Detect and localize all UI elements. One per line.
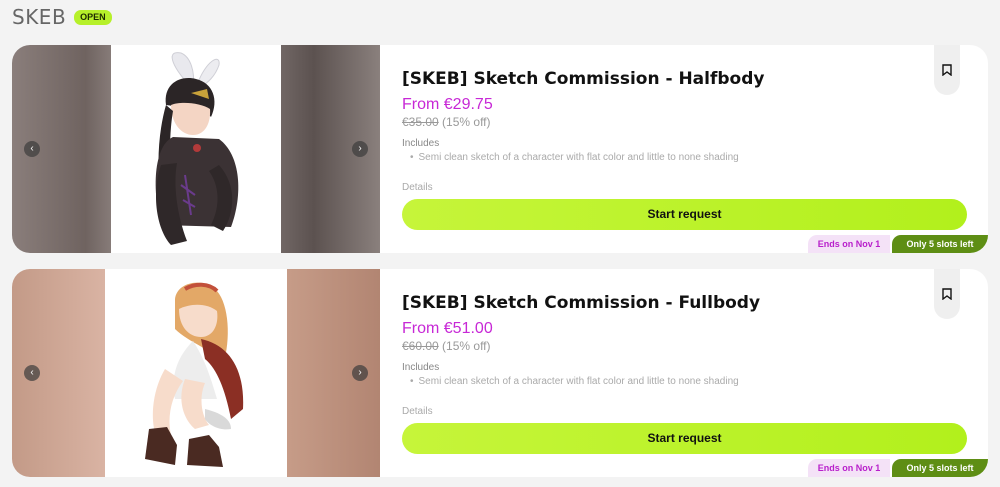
shop-header: SKEB OPEN (12, 4, 112, 30)
commission-card[interactable]: ‹ › [SKEB] Sketch Commission - Halfbody … (12, 45, 988, 253)
chevron-right-icon: › (358, 143, 362, 154)
listing-title[interactable]: [SKEB] Sketch Commission - Fullbody (402, 293, 760, 313)
chevron-right-icon: › (358, 367, 362, 378)
original-price: €60.00 (15% off) (402, 339, 491, 353)
original-price: €35.00 (15% off) (402, 115, 491, 129)
includes-item: Semi clean sketch of a character with fl… (410, 152, 739, 163)
discount-label: (15% off) (442, 339, 491, 353)
image-carousel[interactable]: ‹ › (12, 269, 380, 477)
includes-label: Includes (402, 362, 440, 373)
carousel-prev-button[interactable]: ‹ (24, 141, 40, 157)
image-carousel[interactable]: ‹ › (12, 45, 380, 253)
ends-date-badge: Ends on Nov 1 (808, 459, 890, 477)
bookmark-icon (942, 288, 952, 300)
listing-title[interactable]: [SKEB] Sketch Commission - Halfbody (402, 69, 764, 89)
includes-label: Includes (402, 138, 440, 149)
chevron-left-icon: ‹ (30, 367, 34, 378)
bookmark-button[interactable] (934, 269, 960, 319)
commission-artwork-image (111, 45, 281, 253)
carousel-next-button[interactable]: › (352, 141, 368, 157)
details-label: Details (402, 182, 433, 190)
slots-left-badge: Only 5 slots left (892, 235, 988, 253)
chevron-left-icon: ‹ (30, 143, 34, 154)
start-request-button[interactable]: Start request (402, 199, 967, 230)
includes-item: Semi clean sketch of a character with fl… (410, 376, 739, 387)
listing-price: From €29.75 (402, 96, 493, 113)
original-price-value: €60.00 (402, 339, 439, 353)
carousel-next-button[interactable]: › (352, 365, 368, 381)
carousel-prev-button[interactable]: ‹ (24, 365, 40, 381)
ends-date-badge: Ends on Nov 1 (808, 235, 890, 253)
commission-artwork-image (105, 269, 287, 477)
listing-info: [SKEB] Sketch Commission - Fullbody From… (402, 269, 967, 477)
commission-card[interactable]: ‹ › [SKEB] Sketch Commission - Fullbody … (12, 269, 988, 477)
listing-price: From €51.00 (402, 320, 493, 337)
shop-title: SKEB (12, 5, 67, 29)
listing-info: [SKEB] Sketch Commission - Halfbody From… (402, 45, 967, 253)
bookmark-icon (942, 64, 952, 76)
discount-label: (15% off) (442, 115, 491, 129)
bookmark-button[interactable] (934, 45, 960, 95)
start-request-button[interactable]: Start request (402, 423, 967, 454)
slots-left-badge: Only 5 slots left (892, 459, 988, 477)
original-price-value: €35.00 (402, 115, 439, 129)
status-badge: OPEN (74, 9, 112, 25)
details-label: Details (402, 406, 433, 414)
